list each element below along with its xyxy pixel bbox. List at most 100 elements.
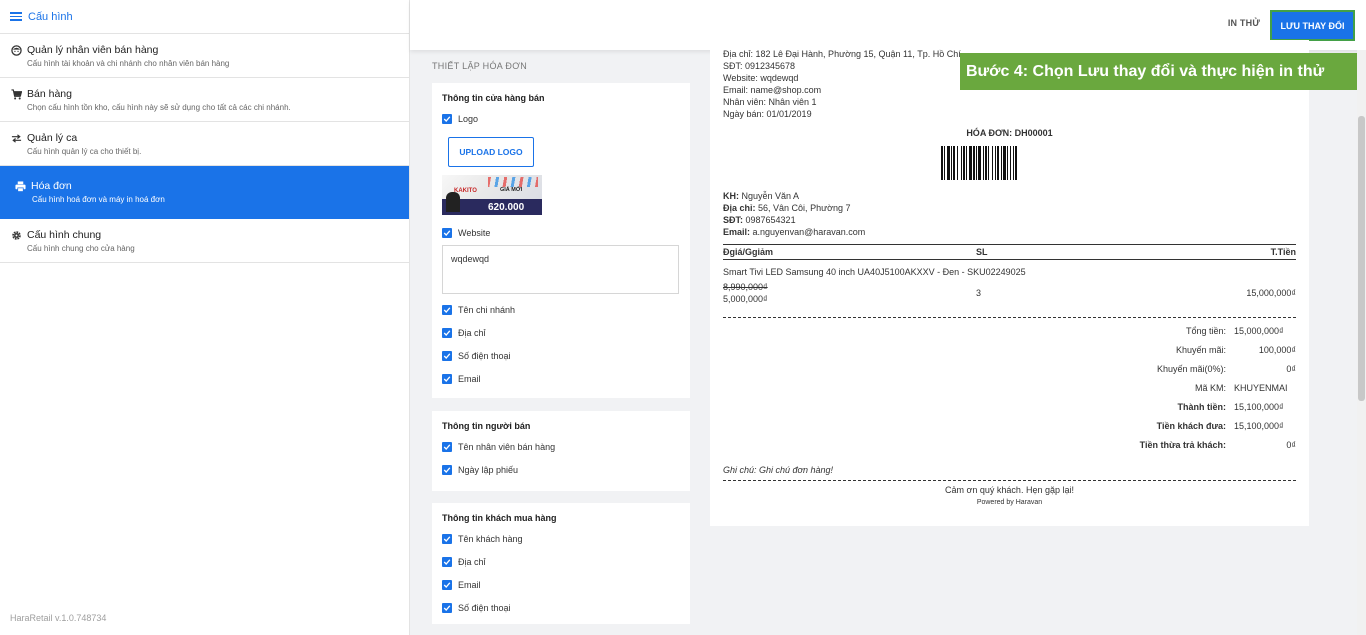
checkbox-checked-icon[interactable] [442,228,452,238]
swap-icon [10,132,22,144]
promo-percent-row: Khuyến mãi(0%): 0₫ [1156,363,1296,374]
sidebar-item-sales[interactable]: Bán hàng Chọn cấu hình tồn kho, cấu hình… [0,78,409,122]
sidebar-item-label: Hóa đơn [31,180,72,192]
checkbox-checked-icon[interactable] [442,557,452,567]
barcode-bar [1016,146,1020,180]
staff-line: Nhân viên: Nhân viên 1 [723,97,817,107]
customer-email-checkbox[interactable]: Email [442,579,680,591]
sidebar-item-general[interactable]: Cấu hình chung Cấu hình chung cho cửa hà… [0,219,409,263]
customer-info: KH: Nguyễn Văn A Địa chỉ: 56, Vân Côi, P… [723,190,1296,238]
checkbox-label: Địa chỉ [458,557,486,567]
customer-phone-checkbox[interactable]: Số điện thoại [442,602,680,614]
item-old-price: 8,990,000₫ [723,282,768,292]
logo-preview-image: KAKITO GIÁ MỚI 620.000 [442,175,542,215]
sidebar-item-desc: Cấu hình hoá đơn và máy in hoá đơn [32,195,165,204]
checkbox-checked-icon[interactable] [442,442,452,452]
item-qty: 3 [976,288,982,298]
checkbox-checked-icon[interactable] [442,328,452,338]
checkbox-checked-icon[interactable] [442,580,452,590]
order-note: Ghi chú: Ghi chú đơn hàng! [723,465,834,475]
checkbox-checked-icon[interactable] [442,465,452,475]
created-date-checkbox[interactable]: Ngày lập phiếu [442,464,680,476]
sidebar-item-desc: Cấu hình quản lý ca cho thiết bị. [27,147,142,156]
staff-name-checkbox[interactable]: Tên nhân viên bán hàng [442,441,680,453]
customer-address-label: Địa chỉ: [723,203,756,213]
barcode-icon [940,146,1079,180]
sidebar-item-shifts[interactable]: Quản lý ca Cấu hình quản lý ca cho thiết… [0,122,409,166]
menu-icon[interactable] [10,12,22,21]
divider [723,259,1296,260]
customer-email: a.nguyenvan@haravan.com [752,227,866,237]
website-checkbox[interactable]: Website [442,227,680,239]
dashed-divider [723,317,1296,318]
sidebar-header-label: Cấu hình [28,10,73,23]
col-price: Đgiá/Ggiảm [723,247,774,257]
grand-total-row: Thành tiền: 15,100,000₫ [1177,401,1284,412]
branch-name-checkbox[interactable]: Tên chi nhánh [442,304,680,316]
printer-icon [14,180,26,192]
store-phone-checkbox[interactable]: Số điện thoại [442,350,680,362]
logo-tag-text: GIÁ MỚI [500,187,523,193]
sidebar-item-staff[interactable]: Quản lý nhân viên bán hàng Cấu hình tài … [0,34,409,78]
checkbox-checked-icon[interactable] [442,351,452,361]
scrollbar-thumb[interactable] [1358,116,1365,401]
customer-address-checkbox[interactable]: Địa chỉ [442,556,680,568]
gear-icon [10,229,22,241]
sidebar-item-label: Quản lý ca [27,132,78,144]
card-title: Thông tin cửa hàng bán [442,93,545,103]
checkbox-label: Email [458,374,481,384]
item-price: 5,000,000₫ [723,294,768,304]
items-table-header: Đgiá/Ggiảm SL T.Tiền [723,245,1296,259]
save-changes-button[interactable]: LƯU THAY ĐỔI [1270,10,1355,41]
checkbox-label: Logo [458,114,479,124]
sale-date-line: Ngày bán: 01/01/2019 [723,109,812,119]
sidebar-item-invoice[interactable]: Hóa đơn Cấu hình hoá đơn và máy in hoá đ… [0,166,409,219]
sidebar-item-label: Bán hàng [27,88,72,100]
website-input[interactable]: wqdewqd [442,245,679,294]
checkbox-checked-icon[interactable] [442,374,452,384]
sidebar-item-desc: Cấu hình tài khoản và chi nhánh cho nhân… [27,59,230,68]
promo-code-row: Mã KM: KHUYENMAI [1194,382,1288,393]
checkbox-label: Ngày lập phiếu [458,465,519,475]
store-address-checkbox[interactable]: Địa chỉ [442,327,680,339]
cart-icon [10,88,22,100]
promo-row: Khuyến mãi: 100,000₫ [1175,344,1296,355]
customer-phone-label: SĐT: [723,215,743,225]
item-row: 8,990,000₫ 5,000,000₫ 3 15,000,000₫ [723,281,1296,305]
checkbox-label: Số điện thoại [458,351,511,361]
checkbox-checked-icon[interactable] [442,534,452,544]
checkbox-checked-icon[interactable] [442,305,452,315]
cash-given-row: Tiền khách đưa: 15,100,000₫ [1156,420,1284,431]
item-total: 15,000,000₫ [1246,288,1296,298]
col-total: T.Tiền [1270,247,1296,257]
checkbox-checked-icon[interactable] [442,114,452,124]
logo-person-graphic [446,192,460,212]
sidebar-header[interactable]: Cấu hình [0,0,409,34]
col-qty: SL [976,247,988,257]
change-row: Tiền thừa trả khách: 0₫ [1139,439,1296,450]
customer-name: Nguyễn Văn A [741,191,800,201]
test-print-button[interactable]: IN THỬ [1228,18,1260,28]
dashed-divider [723,480,1296,481]
app-version: HaraRetail v.1.0.748734 [10,613,107,623]
sidebar: Cấu hình Quản lý nhân viên bán hàng Cấu … [0,0,410,635]
powered-by: Powered by Haravan [976,499,1043,506]
seller-info-card: Thông tin người bán Tên nhân viên bán hà… [432,411,690,491]
customer-name-label: KH: [723,191,739,201]
item-name: Smart Tivi LED Samsung 40 inch UA40J5100… [723,267,1026,277]
customer-name-checkbox[interactable]: Tên khách hàng [442,533,680,545]
section-title: THIẾT LẬP HÓA ĐƠN [432,61,528,71]
logo-checkbox[interactable]: Logo [442,113,680,125]
card-title: Thông tin người bán [442,421,531,431]
step-banner: Bước 4: Chọn Lưu thay đổi và thực hiện i… [960,53,1361,90]
checkbox-label: Email [458,580,481,590]
checkbox-label: Số điện thoại [458,603,511,613]
store-email-checkbox[interactable]: Email [442,373,680,385]
total-row: Tổng tiền: 15,000,000₫ [1185,325,1284,336]
upload-logo-button[interactable]: UPLOAD LOGO [448,137,534,167]
sidebar-item-desc: Chọn cấu hình tồn kho, cấu hình này sẽ s… [27,103,291,112]
checkbox-label: Tên chi nhánh [458,305,516,315]
card-title: Thông tin khách mua hàng [442,513,557,523]
invoice-title: HÓA ĐƠN: DH00001 [966,128,1053,138]
checkbox-checked-icon[interactable] [442,603,452,613]
